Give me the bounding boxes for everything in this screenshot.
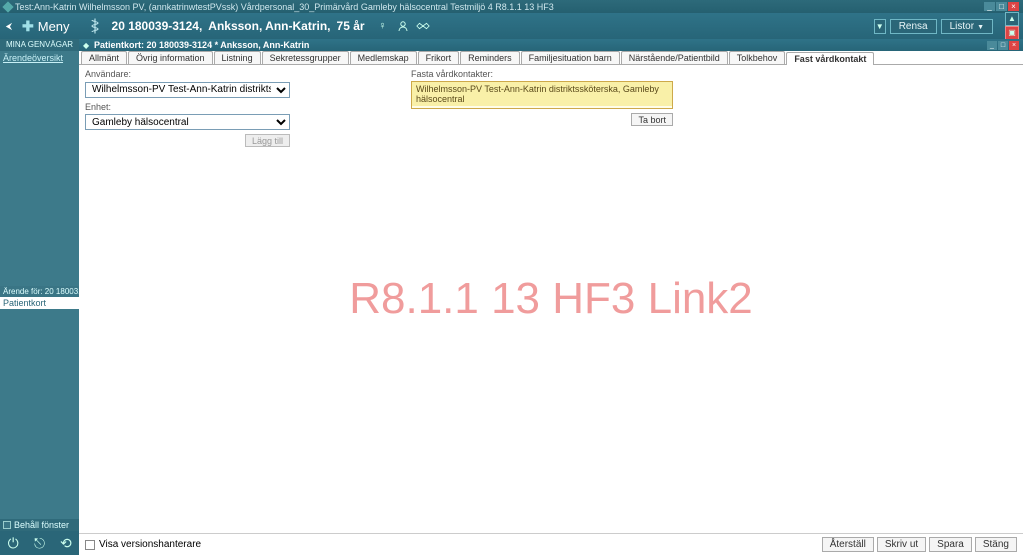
- tab-frikort[interactable]: Frikort: [418, 51, 460, 64]
- tab-bar: AllmäntÖvrig informationListningSekretes…: [79, 51, 1023, 65]
- sync-icon[interactable]: ⟲: [57, 534, 75, 552]
- enhet-select[interactable]: Gamleby hälsocentral: [85, 114, 290, 130]
- panel-close-button[interactable]: ×: [1009, 41, 1019, 50]
- app-icon: [2, 1, 13, 12]
- tab-fast-v-rdkontakt[interactable]: Fast vårdkontakt: [786, 52, 874, 65]
- collapse-sidebar-button[interactable]: ⮜: [4, 21, 14, 32]
- staff-of-asclepius-icon: [84, 17, 106, 35]
- tab--vrig-information[interactable]: Övrig information: [128, 51, 213, 64]
- footer-bar: Visa versionshanterare Återställ Skriv u…: [79, 533, 1023, 555]
- behall-label: Behåll fönster: [14, 520, 69, 530]
- main-panel: ◆ Patientkort: 20 180039-3124 * Anksson,…: [79, 39, 1023, 555]
- sidebar-recent-item[interactable]: Ärende för: 20 18003...: [0, 286, 79, 297]
- window-title: Test:Ann-Katrin Wilhelmsson PV, (annkatr…: [15, 2, 554, 12]
- patient-name: Anksson, Ann-Katrin,: [208, 19, 330, 33]
- maximize-button[interactable]: □: [996, 2, 1007, 11]
- fasta-row-selected[interactable]: Wilhelmsson-PV Test-Ann-Katrin distrikts…: [412, 82, 672, 106]
- lagg-till-button: Lägg till: [245, 134, 290, 147]
- ta-bort-button[interactable]: Ta bort: [631, 113, 673, 126]
- sidebar-active-item[interactable]: Patientkort: [0, 297, 79, 309]
- logout-icon[interactable]: ⎋: [30, 534, 48, 552]
- anvandare-label: Användare:: [85, 69, 295, 79]
- minimize-button[interactable]: _: [984, 2, 995, 11]
- listor-button[interactable]: Listor▼: [941, 19, 993, 34]
- power-icon[interactable]: ⏻: [4, 534, 22, 552]
- close-button[interactable]: ×: [1008, 2, 1019, 11]
- tab-listning[interactable]: Listning: [214, 51, 261, 64]
- tab-allm-nt[interactable]: Allmänt: [81, 51, 127, 64]
- menu-button[interactable]: Meny: [38, 19, 70, 34]
- skriv-ut-button[interactable]: Skriv ut: [877, 537, 926, 552]
- tab-reminders[interactable]: Reminders: [460, 51, 520, 64]
- behall-fonster-row: Behåll fönster: [0, 519, 79, 531]
- fasta-listbox[interactable]: Wilhelmsson-PV Test-Ann-Katrin distrikts…: [411, 81, 673, 109]
- visa-version-checkbox[interactable]: [85, 540, 95, 550]
- tab-familjesituation-barn[interactable]: Familjesituation barn: [521, 51, 620, 64]
- patient-age: 75 år: [337, 19, 365, 33]
- chevron-down-icon: ▼: [977, 24, 984, 31]
- anvandare-select[interactable]: Wilhelmsson-PV Test-Ann-Katrin distrikts…: [85, 82, 290, 98]
- patient-id: 20 180039-3124,: [112, 19, 203, 33]
- tab-tolkbehov[interactable]: Tolkbehov: [729, 51, 786, 64]
- sidebar-footer: ⏻ ⎋ ⟲: [0, 531, 79, 555]
- visa-version-label: Visa versionshanterare: [99, 539, 201, 550]
- user-account-button[interactable]: ▲: [1005, 12, 1019, 26]
- sub-header-title: Patientkort: 20 180039-3124 * Anksson, A…: [94, 40, 309, 50]
- enhet-label: Enhet:: [85, 102, 295, 112]
- stang-button[interactable]: Stäng: [975, 537, 1017, 552]
- sidebar-header: MINA GENVÄGAR: [0, 39, 79, 51]
- dropdown-indicator-button[interactable]: ▼: [874, 19, 886, 34]
- diamond-icon: ◆: [83, 41, 91, 49]
- panel-minimize-button[interactable]: _: [987, 41, 997, 50]
- female-icon[interactable]: ♀: [376, 19, 390, 33]
- panel-maximize-button[interactable]: □: [998, 41, 1008, 50]
- person-icon[interactable]: [396, 19, 410, 33]
- rensa-button[interactable]: Rensa: [890, 19, 937, 34]
- fasta-label: Fasta vårdkontakter:: [411, 69, 673, 79]
- plus-icon[interactable]: ✚: [22, 18, 34, 35]
- sub-header: ◆ Patientkort: 20 180039-3124 * Anksson,…: [79, 39, 1023, 51]
- handshake-icon[interactable]: [416, 19, 430, 33]
- sidebar-link-arendeoversikt[interactable]: Ärendeöversikt: [0, 51, 79, 65]
- aterstall-button[interactable]: Återställ: [822, 537, 874, 552]
- sidebar: MINA GENVÄGAR Ärendeöversikt Ärende för:…: [0, 39, 79, 555]
- spara-button[interactable]: Spara: [929, 537, 972, 552]
- app-header: ⮜ ✚ Meny 20 180039-3124, Anksson, Ann-Ka…: [0, 13, 1023, 39]
- tab-content: Användare: Wilhelmsson-PV Test-Ann-Katri…: [79, 65, 1023, 533]
- watermark: R8.1.1 13 HF3 Link2: [349, 274, 753, 324]
- titlebar: Test:Ann-Katrin Wilhelmsson PV, (annkatr…: [0, 0, 1023, 13]
- alert-button[interactable]: ▣: [1005, 26, 1019, 40]
- tab-n-rst-ende-patientbild[interactable]: Närstående/Patientbild: [621, 51, 728, 64]
- tab-medlemskap[interactable]: Medlemskap: [350, 51, 417, 64]
- behall-checkbox[interactable]: [3, 521, 11, 529]
- tab-sekretessgrupper[interactable]: Sekretessgrupper: [262, 51, 349, 64]
